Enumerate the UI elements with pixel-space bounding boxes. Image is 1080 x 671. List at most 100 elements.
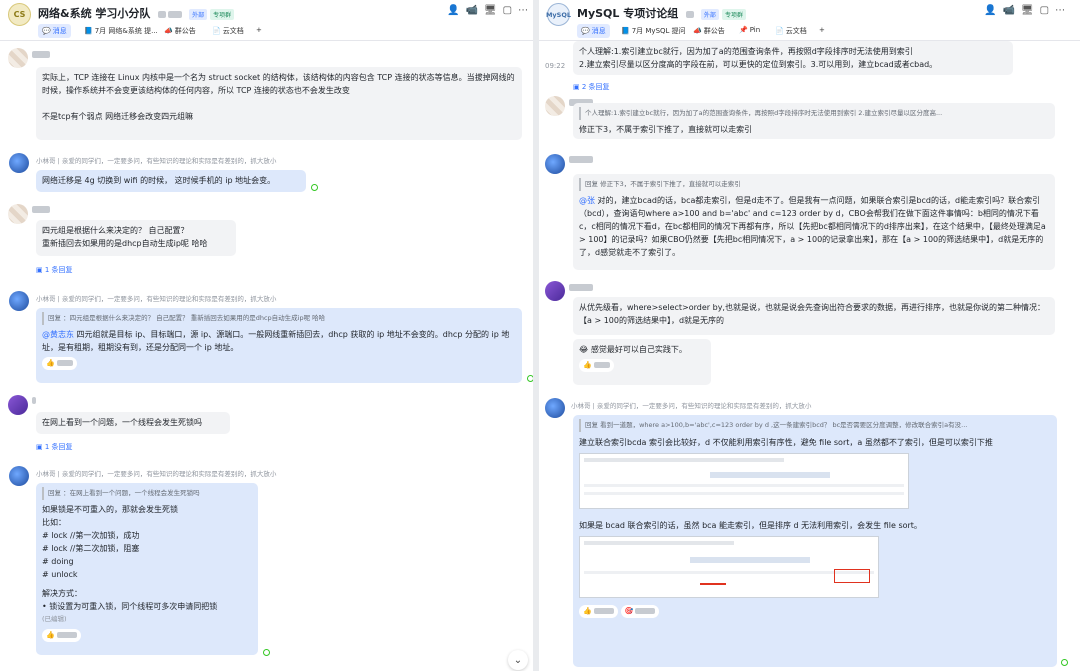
chat-window-network: CS 网络&系统 学习小分队 外部 专项群 👤📹🖥▢⋯ 💬 消息 📘 7月 网络&系统… [0,0,533,671]
message-text: 修正下3，不属于索引下推了，直接就可以走索引 [579,125,753,134]
message-text: # unlock [42,570,78,579]
avatar[interactable] [8,395,28,415]
avatar[interactable] [545,281,565,301]
message-text: 从优先级看，where>select>order by,也就是说，也就是说会先查… [579,303,1045,325]
thread-reply-link[interactable]: ▣ 2 条回复 [573,82,610,92]
reaction-badge[interactable]: 👍 [42,629,81,642]
video-call-icon[interactable]: 📹 [1002,5,1020,16]
avatar[interactable] [545,398,565,418]
message-list[interactable]: 09:22 个人理解:1.索引建立bc就行，因为加了a的范围查询条件，再按照d字… [539,41,1080,671]
screenshot-image[interactable] [579,536,879,598]
message-text: 个人理解:1.索引建立bc就行，因为加了a的范围查询条件，再按照d字段排序时无法… [579,47,913,56]
chat-header: CS 网络&系统 学习小分队 外部 专项群 👤📹🖥▢⋯ [0,0,533,26]
mention[interactable]: @黄志东 [42,330,74,339]
tab-bar: 💬 消息 📘 7月 网络&系统 提... 📣 群公告 📄 云文档 + [0,21,533,41]
avatar[interactable] [9,466,29,486]
message-text: 四元组就是目标 ip、目标端口，源 ip、源端口。一般网线重新插回去，dhcp … [42,330,510,352]
quoted-message[interactable]: 回复 看到一道题，where a>100,b='abc',c=123 order… [579,419,1051,432]
reaction-badge[interactable]: 👍 [579,605,618,618]
group-type-tag: 专项群 [721,8,746,20]
add-tab-button[interactable]: + [252,24,266,36]
message-text: • 锁设置为可重入锁，同个线程可多次申请同把锁 [42,602,218,611]
avatar[interactable] [8,204,28,224]
tab-messages[interactable]: 💬 消息 [577,24,610,38]
scroll-to-bottom-button[interactable]: ⌄ [508,650,528,670]
external-tag: 外部 [700,8,719,20]
cloud-doc-icon: 📄 [775,27,784,35]
add-member-icon[interactable]: 👤 [447,5,465,16]
add-member-icon[interactable]: 👤 [984,5,1002,16]
avatar[interactable] [9,291,29,311]
message-text: 网络迁移是 4g 切换到 wifi 的时候， 这时候手机的 ip 地址会变。 [42,176,276,185]
share-screen-icon[interactable]: 🖥 [484,5,503,16]
more-icon[interactable]: ⋯ [1055,5,1071,16]
thread-icon: ▣ [36,443,45,451]
announcement-icon: 📣 [164,27,173,35]
tab-pin[interactable]: 📌 Pin [735,24,764,36]
message-bubble: 实际上，TCP 连接在 Linux 内核中是一个名为 struct socket… [36,67,522,140]
window-icon[interactable]: ▢ [503,5,518,16]
message-text: 2.建立索引尽量以区分度高的字段在前，可以更快的定位到索引。3.可以用到，建立b… [579,60,938,69]
more-icon[interactable]: ⋯ [518,5,533,16]
message-text: # doing [42,557,74,566]
message-list[interactable]: 实际上，TCP 连接在 Linux 内核中是一个名为 struct socket… [0,41,533,671]
window-icon[interactable]: ▢ [1040,5,1055,16]
read-status-icon [527,375,533,382]
doc-icon: 📘 [84,27,93,35]
message-text: 如果是 bcad 联合索引的话，虽然 bca 能走索引，但是排序 d 无法利用索… [579,521,922,530]
reactions: 👍 🎯 [579,602,1051,618]
read-status-icon [1061,659,1068,666]
thread-icon: ▣ [36,266,45,274]
message-text: 😂 感觉最好可以自己实践下。 [579,345,687,354]
message-bubble: 从优先级看，where>select>order by,也就是说，也就是说会先查… [573,297,1055,335]
quoted-message[interactable]: 回复 ：四元组是根据什么来决定的？ 自己配置？ 重新插回去如果用的是dhcp自动… [42,312,516,325]
tab-announcement[interactable]: 📣 群公告 [689,24,729,38]
message-bubble: 个人理解:1.索引建立bc就行，因为加了a的范围查询条件，再按照d字段排序时无法… [573,103,1055,139]
thread-icon: ▣ [573,83,582,91]
sender-name[interactable]: 小林哥 | 亲爱的同学们，一定要多问，有些知识的理论和实际是有差别的，抓大放小 [36,155,276,165]
reaction-badge[interactable]: 🎯 [620,605,660,618]
tab-questions-doc[interactable]: 📘 7月 MySQL 提问 [617,24,690,38]
message-text: 在网上看到一个问题，一个线程会发生死锁吗 [42,418,202,427]
avatar[interactable] [9,153,29,173]
quoted-message[interactable]: 回复 ：在网上看到一个问题，一个线程会发生死锁吗 [42,487,252,500]
avatar[interactable] [545,154,565,174]
video-call-icon[interactable]: 📹 [465,5,483,16]
message-text: 不是tcp有个弱点 网络迁移会改变四元组嘛 [42,112,194,121]
add-tab-button[interactable]: + [815,24,829,36]
avatar[interactable] [8,48,28,68]
mention[interactable]: @张 [579,196,595,205]
screenshot-image[interactable] [579,453,909,509]
sender-name[interactable]: 小林哥 | 亲爱的同学们，一定要多问，有些知识的理论和实际是有差别的，抓大放小 [36,468,276,478]
message-text: 建立联合索引bcda 索引会比较好，d 不仅能利用索引有序性，避免 file s… [579,438,993,447]
cloud-doc-icon: 📄 [212,27,221,35]
reaction-badge[interactable]: 👍 [579,359,614,372]
chat-title[interactable]: 网络&系统 学习小分队 外部 专项群 [38,5,235,21]
chat-header: MySQL MySQL 专项讨论组 外部 专项群 👤📹🖥▢⋯ [539,0,1080,26]
edited-label: (已编辑) [42,615,67,623]
tab-cloud-docs[interactable]: 📄 云文档 [208,24,248,38]
tab-cloud-docs[interactable]: 📄 云文档 [771,24,811,38]
thread-reply-link[interactable]: ▣ 1 条回复 [36,265,73,275]
message-bubble: 😂 感觉最好可以自己实践下。 👍 [573,339,711,385]
screenshot-root: CS 网络&系统 学习小分队 外部 专项群 👤📹🖥▢⋯ 💬 消息 📘 7月 网络&系统… [0,0,1080,671]
sender-name[interactable]: 小林哥 | 亲爱的同学们，一定要多问，有些知识的理论和实际是有差别的，抓大放小 [36,293,276,303]
share-screen-icon[interactable]: 🖥 [1021,5,1040,16]
message-text: 如果锁是不可重入的，那就会发生死锁 [42,505,178,514]
chat-icon: 💬 [42,27,51,35]
quoted-message[interactable]: 回复 修正下3，不属于索引下推了，直接就可以走索引 [579,178,1049,191]
reaction-badge[interactable]: 👍 [42,357,77,370]
thread-reply-link[interactable]: ▣ 1 条回复 [36,442,73,452]
tab-announcement[interactable]: 📣 群公告 [160,24,200,38]
avatar[interactable] [545,96,565,116]
quoted-message[interactable]: 个人理解:1.索引建立bc就行，因为加了a的范围查询条件，再按照d字段排序时无法… [579,107,1049,120]
tab-messages[interactable]: 💬 消息 [38,24,71,38]
chat-title[interactable]: MySQL 专项讨论组 外部 专项群 [577,5,746,21]
tab-questions-doc[interactable]: 📘 7月 网络&系统 提... [80,24,162,38]
pin-icon: 📌 [739,26,748,34]
message-text: 实际上，TCP 连接在 Linux 内核中是一个名为 struct socket… [42,73,515,95]
message-text: # lock //第一次加锁，成功 [42,531,140,540]
message-time: 09:22 [545,62,566,70]
tab-bar: 💬 消息 📘 7月 MySQL 提问 📣 群公告 📌 Pin 📄 云文档 + [539,21,1080,41]
sender-name[interactable]: 小林哥 | 亲爱的同学们，一定要多问，有些知识的理论和实际是有差别的，抓大放小 [571,400,811,410]
